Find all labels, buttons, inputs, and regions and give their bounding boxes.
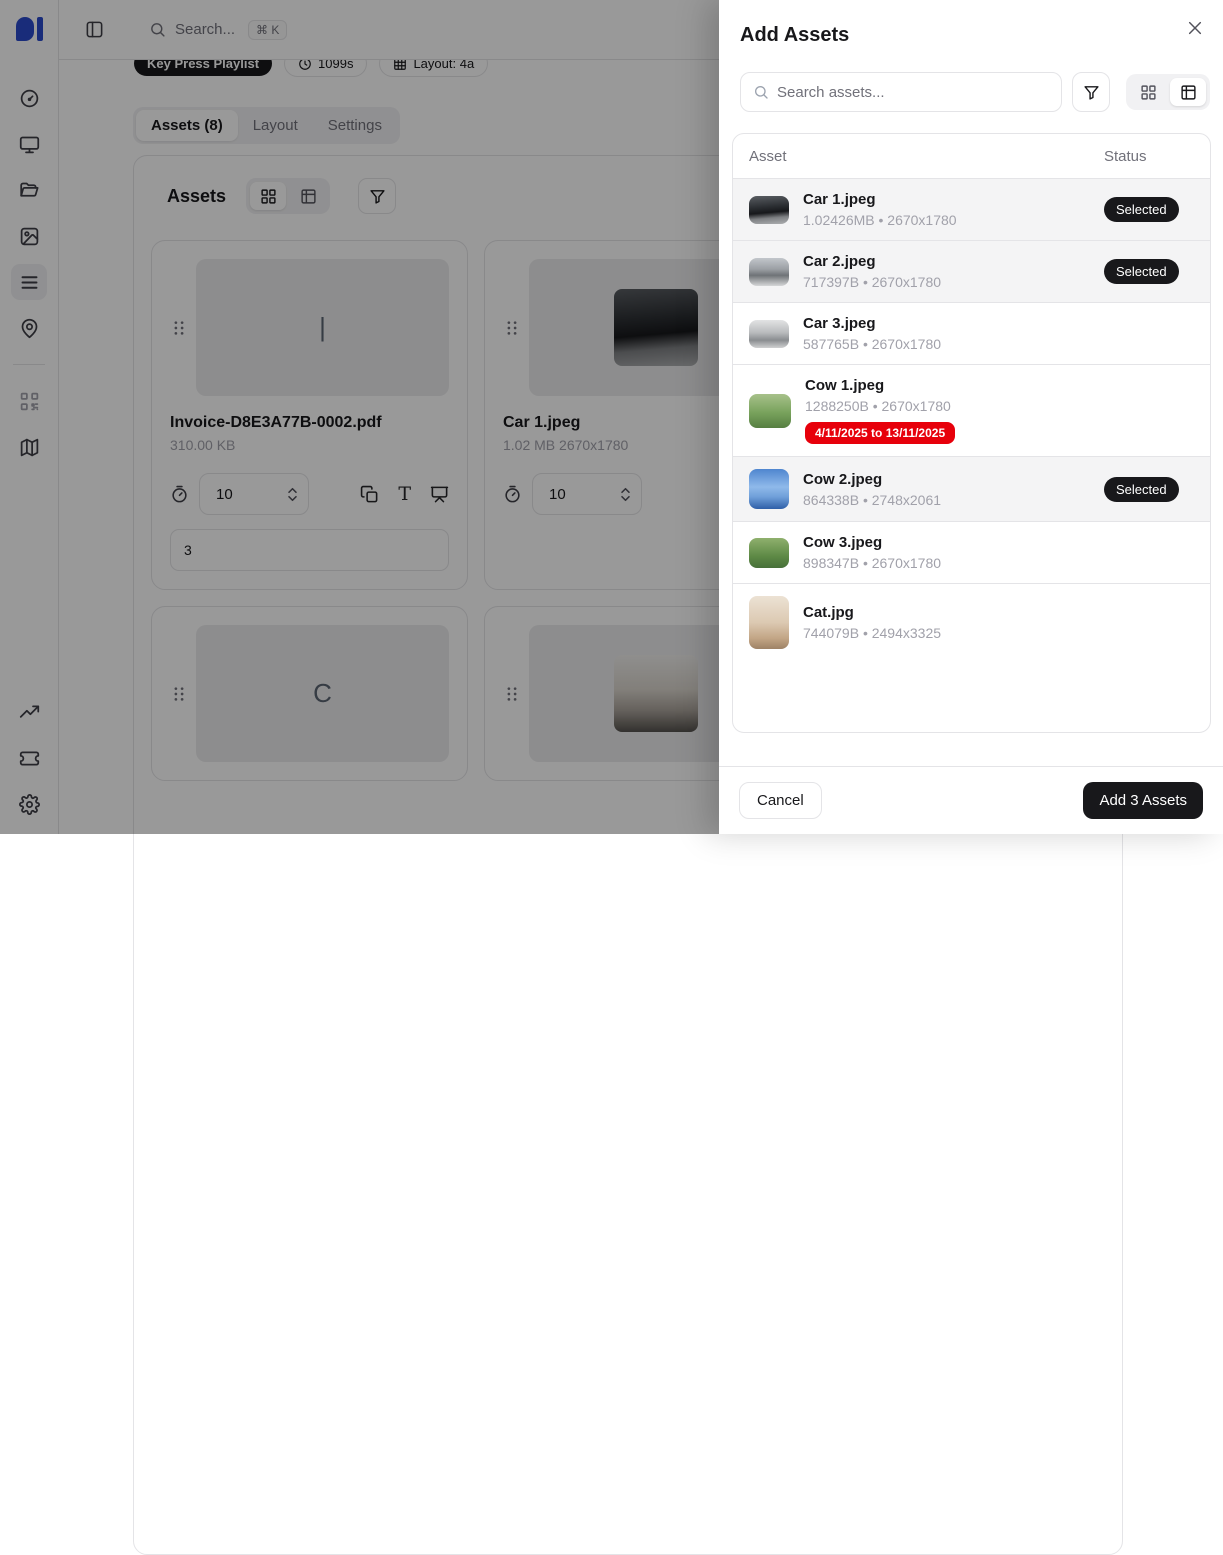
table-row[interactable]: Cat.jpg 744079B • 2494x3325 [733, 583, 1210, 661]
drawer-view-toggle-group [1126, 74, 1210, 110]
status-cell: Selected [1104, 197, 1194, 222]
asset-info: Cow 1.jpeg 1288250B • 2670x1780 4/11/2025 … [805, 377, 1090, 444]
status-badge: Selected [1104, 197, 1179, 222]
table-header: Asset Status [733, 134, 1210, 178]
add-assets-button[interactable]: Add 3 Assets [1083, 782, 1203, 819]
status-cell: Selected [1104, 477, 1194, 502]
drawer-grid-view-button[interactable] [1130, 78, 1166, 106]
close-icon [1187, 20, 1203, 36]
asset-name: Car 1.jpeg [803, 191, 1090, 208]
status-badge: Selected [1104, 259, 1179, 284]
asset-info: Cow 3.jpeg 898347B • 2670x1780 [803, 534, 1090, 571]
asset-name: Car 2.jpeg [803, 253, 1090, 270]
funnel-icon [1083, 84, 1100, 101]
close-button[interactable] [1181, 14, 1209, 42]
table-row[interactable]: Cow 1.jpeg 1288250B • 2670x1780 4/11/2025 … [733, 364, 1210, 456]
asset-info: Car 1.jpeg 1.02426MB • 2670x1780 [803, 191, 1090, 228]
asset-meta: 717397B • 2670x1780 [803, 274, 1090, 290]
drawer-search-row [719, 72, 1223, 112]
asset-meta: 587765B • 2670x1780 [803, 336, 1090, 352]
asset-thumbnail [749, 320, 789, 348]
asset-search-field[interactable] [740, 72, 1062, 112]
status-cell: Selected [1104, 259, 1194, 284]
asset-thumbnail [749, 258, 789, 286]
table-row[interactable]: Car 1.jpeg 1.02426MB • 2670x1780 Selected [733, 178, 1210, 240]
table-icon [1180, 84, 1197, 101]
asset-search-input[interactable] [777, 84, 1049, 101]
asset-meta: 1288250B • 2670x1780 [805, 398, 1090, 414]
asset-thumbnail [749, 596, 789, 649]
column-header-asset: Asset [749, 148, 1104, 165]
asset-name: Cow 3.jpeg [803, 534, 1090, 551]
drawer-title: Add Assets [719, 0, 1223, 47]
date-range-badge: 4/11/2025 to 13/11/2025 [805, 422, 955, 444]
asset-meta: 864338B • 2748x2061 [803, 492, 1090, 508]
cancel-button[interactable]: Cancel [739, 782, 822, 819]
table-row[interactable]: Car 3.jpeg 587765B • 2670x1780 [733, 302, 1210, 364]
status-badge: Selected [1104, 477, 1179, 502]
asset-info: Car 3.jpeg 587765B • 2670x1780 [803, 315, 1090, 352]
table-row[interactable]: Cow 2.jpeg 864338B • 2748x2061 Selected [733, 456, 1210, 521]
asset-name: Car 3.jpeg [803, 315, 1090, 332]
asset-name: Cat.jpg [803, 604, 1090, 621]
drawer-footer: Cancel Add 3 Assets [719, 766, 1223, 834]
asset-name: Cow 2.jpeg [803, 471, 1090, 488]
search-icon [753, 84, 769, 100]
drawer-filter-button[interactable] [1072, 72, 1110, 112]
asset-meta: 1.02426MB • 2670x1780 [803, 212, 1090, 228]
asset-thumbnail [749, 469, 789, 509]
asset-meta: 744079B • 2494x3325 [803, 625, 1090, 641]
add-assets-drawer: Add Assets Asset Status [719, 0, 1223, 834]
asset-meta: 898347B • 2670x1780 [803, 555, 1090, 571]
app-root: Key Press Playlist 1099s Layout: 4a Asse… [0, 0, 1223, 834]
asset-thumbnail [749, 394, 791, 428]
asset-info: Car 2.jpeg 717397B • 2670x1780 [803, 253, 1090, 290]
asset-info: Cat.jpg 744079B • 2494x3325 [803, 604, 1090, 641]
layout-grid-icon [1140, 84, 1157, 101]
asset-name: Cow 1.jpeg [805, 377, 1090, 394]
asset-table: Asset Status Car 1.jpeg 1.02426MB • 2670x… [732, 133, 1211, 733]
asset-thumbnail [749, 538, 789, 568]
column-header-status: Status [1104, 148, 1194, 165]
table-row[interactable]: Car 2.jpeg 717397B • 2670x1780 Selected [733, 240, 1210, 302]
drawer-table-view-button[interactable] [1170, 78, 1206, 106]
asset-thumbnail [749, 196, 789, 224]
asset-info: Cow 2.jpeg 864338B • 2748x2061 [803, 471, 1090, 508]
table-row[interactable]: Cow 3.jpeg 898347B • 2670x1780 [733, 521, 1210, 583]
table-body: Car 1.jpeg1.02426MB • 2670x1780SelectedC… [733, 178, 1210, 661]
